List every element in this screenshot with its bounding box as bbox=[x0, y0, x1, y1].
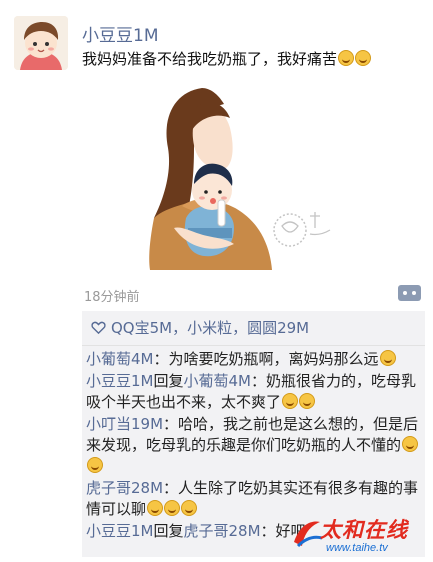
grin-emoji-icon bbox=[282, 393, 299, 409]
grin-emoji-icon bbox=[299, 393, 316, 409]
post-author-name[interactable]: 小豆豆1M bbox=[82, 21, 158, 46]
comment-author[interactable]: 小葡萄4M bbox=[86, 350, 154, 368]
likes-names[interactable]: QQ宝5M，小米粒，圆圆29M bbox=[111, 317, 309, 338]
grin-emoji-icon bbox=[164, 500, 181, 516]
watermark-url: www.taihe.tv bbox=[326, 542, 388, 554]
watermark-logo: 太和在线 www.taihe.tv bbox=[290, 512, 430, 558]
comment-author[interactable]: 小叮当19M bbox=[86, 415, 163, 433]
grin-emoji-icon bbox=[87, 457, 103, 473]
reply-target[interactable]: 小葡萄4M bbox=[184, 372, 252, 390]
grin-emoji-icon bbox=[147, 500, 164, 516]
dot-icon bbox=[412, 291, 416, 295]
post-image[interactable] bbox=[84, 78, 356, 270]
grin-emoji-icon bbox=[379, 350, 396, 366]
post-text: 我妈妈准备不给我吃奶瓶了，我好痛苦 bbox=[82, 48, 422, 70]
likes-row: QQ宝5M，小米粒，圆圆29M bbox=[82, 311, 425, 346]
comment-author[interactable]: 小豆豆1M bbox=[86, 522, 154, 540]
swoosh-logo-icon bbox=[294, 521, 323, 548]
heart-icon bbox=[91, 321, 106, 335]
reply-label: 回复 bbox=[153, 372, 184, 390]
comment-text: ：为啥要吃奶瓶啊，离妈妈那么远 bbox=[153, 350, 379, 368]
comment-item[interactable]: 小叮当19M：哈哈，我之前也是这么想的，但是后来发现，吃母乳的乐趣是你们吃奶瓶的… bbox=[86, 414, 422, 477]
reply-target[interactable]: 虎子哥28M bbox=[184, 522, 261, 540]
post-text-content: 我妈妈准备不给我吃奶瓶了，我好痛苦 bbox=[82, 50, 338, 68]
comment-menu-button[interactable] bbox=[398, 285, 421, 301]
baby-avatar-icon bbox=[14, 16, 68, 70]
comment-author[interactable]: 小豆豆1M bbox=[86, 372, 154, 390]
author-avatar[interactable] bbox=[14, 16, 68, 70]
comment-item[interactable]: 小豆豆1M回复小葡萄4M：奶瓶很省力的，吃母乳吸个半天也出不来，太不爽了 bbox=[86, 371, 422, 413]
post-timestamp: 18分钟前 bbox=[84, 290, 140, 305]
grin-emoji-icon bbox=[338, 50, 355, 66]
comment-item[interactable]: 小葡萄4M：为啥要吃奶瓶啊，离妈妈那么远 bbox=[86, 349, 422, 370]
watermark-title: 太和在线 bbox=[320, 518, 408, 542]
grin-emoji-icon bbox=[402, 436, 419, 452]
mother-baby-illustration bbox=[84, 78, 356, 270]
reply-label: 回复 bbox=[153, 522, 184, 540]
dot-icon bbox=[403, 291, 407, 295]
grin-emoji-icon bbox=[181, 500, 198, 516]
grin-emoji-icon bbox=[355, 50, 372, 66]
comment-author[interactable]: 虎子哥28M bbox=[86, 479, 163, 497]
